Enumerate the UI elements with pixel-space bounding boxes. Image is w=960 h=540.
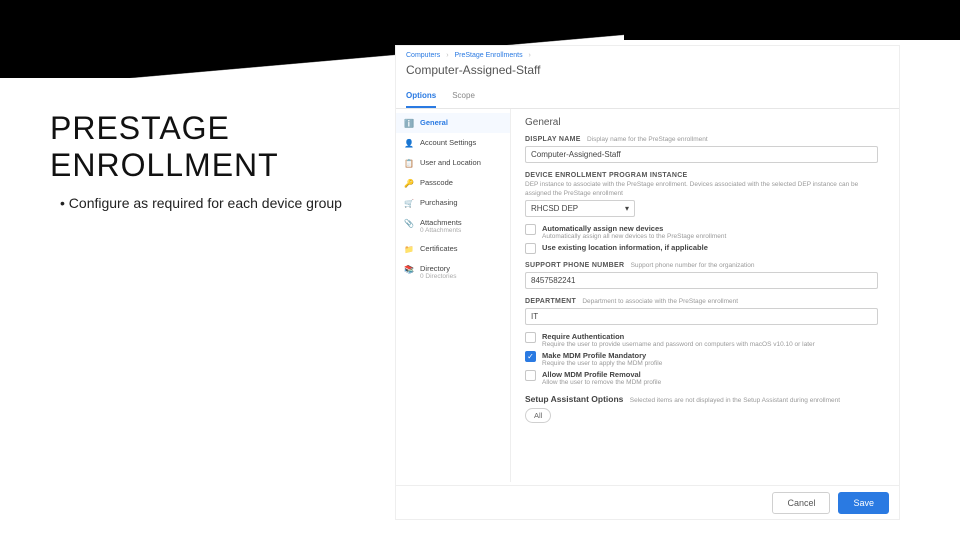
cart-icon: 🛒 [404, 198, 414, 208]
sidebar-item-sublabel: 0 Attachments [420, 227, 462, 234]
breadcrumb-computers[interactable]: Computers [406, 52, 440, 59]
setup-assist-help: Selected items are not displayed in the … [630, 397, 840, 404]
info-icon: ℹ️ [404, 118, 414, 128]
mdm-mandatory-label: Make MDM Profile Mandatory [542, 351, 646, 360]
sidebar-item-label: Attachments [420, 218, 462, 227]
sidebar-item-sublabel: 0 Directories [420, 273, 456, 280]
page-title: Computer-Assigned-Staff [396, 61, 899, 85]
dep-instance-label: DEVICE ENROLLMENT PROGRAM INSTANCE [525, 172, 688, 179]
support-phone-input[interactable]: 8457582241 [525, 272, 878, 289]
auto-assign-label: Automatically assign new devices [542, 224, 663, 233]
auto-assign-checkbox[interactable] [525, 224, 536, 235]
sidebar-item-attachments[interactable]: 📎 Attachments 0 Attachments [396, 213, 510, 239]
book-icon: 📚 [404, 264, 414, 274]
department-input[interactable]: IT [525, 308, 878, 325]
sidebar-item-certificates[interactable]: 📁 Certificates [396, 239, 510, 259]
sidebar-item-user-location[interactable]: 📋 User and Location [396, 153, 510, 173]
use-location-label: Use existing location information, if ap… [542, 243, 708, 252]
support-phone-label: SUPPORT PHONE NUMBER [525, 262, 624, 269]
sidebar-item-general[interactable]: ℹ️ General [396, 113, 510, 133]
side-nav: ℹ️ General 👤 Account Settings 📋 User and… [396, 109, 511, 482]
sidebar-item-label: Passcode [420, 178, 453, 187]
department-help: Department to associate with the PreStag… [582, 298, 738, 305]
breadcrumb[interactable]: Computers › PreStage Enrollments › [396, 46, 899, 61]
footer-bar: Cancel Save [396, 485, 899, 519]
slide-title: PRESTAGE ENROLLMENT [50, 110, 279, 184]
mdm-mandatory-help: Require the user to apply the MDM profil… [542, 360, 662, 367]
sidebar-item-label: General [420, 118, 448, 127]
mdm-removal-checkbox[interactable] [525, 370, 536, 381]
sidebar-item-label: Purchasing [420, 198, 458, 207]
chevron-right-icon: › [529, 52, 531, 59]
chevron-down-icon: ▾ [625, 204, 629, 213]
display-name-label: DISPLAY NAME [525, 136, 581, 143]
save-button[interactable]: Save [838, 492, 889, 514]
sidebar-item-directory[interactable]: 📚 Directory 0 Directories [396, 259, 510, 285]
dep-instance-help: DEP instance to associate with the PreSt… [525, 181, 858, 197]
app-window: Computers › PreStage Enrollments › Compu… [395, 45, 900, 520]
key-icon: 🔑 [404, 178, 414, 188]
cancel-button[interactable]: Cancel [772, 492, 830, 514]
require-auth-label: Require Authentication [542, 332, 624, 341]
mdm-mandatory-checkbox[interactable]: ✓ [525, 351, 536, 362]
support-phone-help: Support phone number for the organizatio… [631, 262, 755, 269]
use-location-checkbox[interactable] [525, 243, 536, 254]
dep-instance-select[interactable]: RHCSD DEP ▾ [525, 200, 635, 217]
user-icon: 👤 [404, 138, 414, 148]
chevron-right-icon: › [446, 52, 448, 59]
folder-icon: 📁 [404, 244, 414, 254]
tab-bar: Options Scope [396, 85, 899, 109]
clipboard-icon: 📋 [404, 158, 414, 168]
sidebar-item-label: Account Settings [420, 138, 476, 147]
auto-assign-help: Automatically assign all new devices to … [542, 233, 726, 240]
slide-bullet: Configure as required for each device gr… [60, 195, 342, 211]
paperclip-icon: 📎 [404, 218, 414, 228]
tab-scope[interactable]: Scope [452, 85, 475, 108]
require-auth-checkbox[interactable] [525, 332, 536, 343]
sidebar-item-label: Directory [420, 264, 450, 273]
mdm-removal-label: Allow MDM Profile Removal [542, 370, 641, 379]
display-name-help: Display name for the PreStage enrollment [587, 136, 708, 143]
department-label: DEPARTMENT [525, 298, 576, 305]
require-auth-help: Require the user to provide username and… [542, 341, 815, 348]
sidebar-item-label: User and Location [420, 158, 481, 167]
sidebar-item-account-settings[interactable]: 👤 Account Settings [396, 133, 510, 153]
sidebar-item-purchasing[interactable]: 🛒 Purchasing [396, 193, 510, 213]
mdm-removal-help: Allow the user to remove the MDM profile [542, 379, 661, 386]
section-heading-general: General [525, 117, 885, 128]
main-panel: General DISPLAY NAME Display name for th… [511, 109, 899, 482]
setup-assist-heading: Setup Assistant Options [525, 394, 623, 404]
display-name-input[interactable]: Computer-Assigned-Staff [525, 146, 878, 163]
breadcrumb-prestage[interactable]: PreStage Enrollments [454, 52, 522, 59]
sidebar-item-label: Certificates [420, 244, 458, 253]
sidebar-item-passcode[interactable]: 🔑 Passcode [396, 173, 510, 193]
dep-instance-value: RHCSD DEP [531, 204, 578, 213]
setup-assist-all-pill[interactable]: All [525, 408, 551, 423]
tab-options[interactable]: Options [406, 85, 436, 108]
